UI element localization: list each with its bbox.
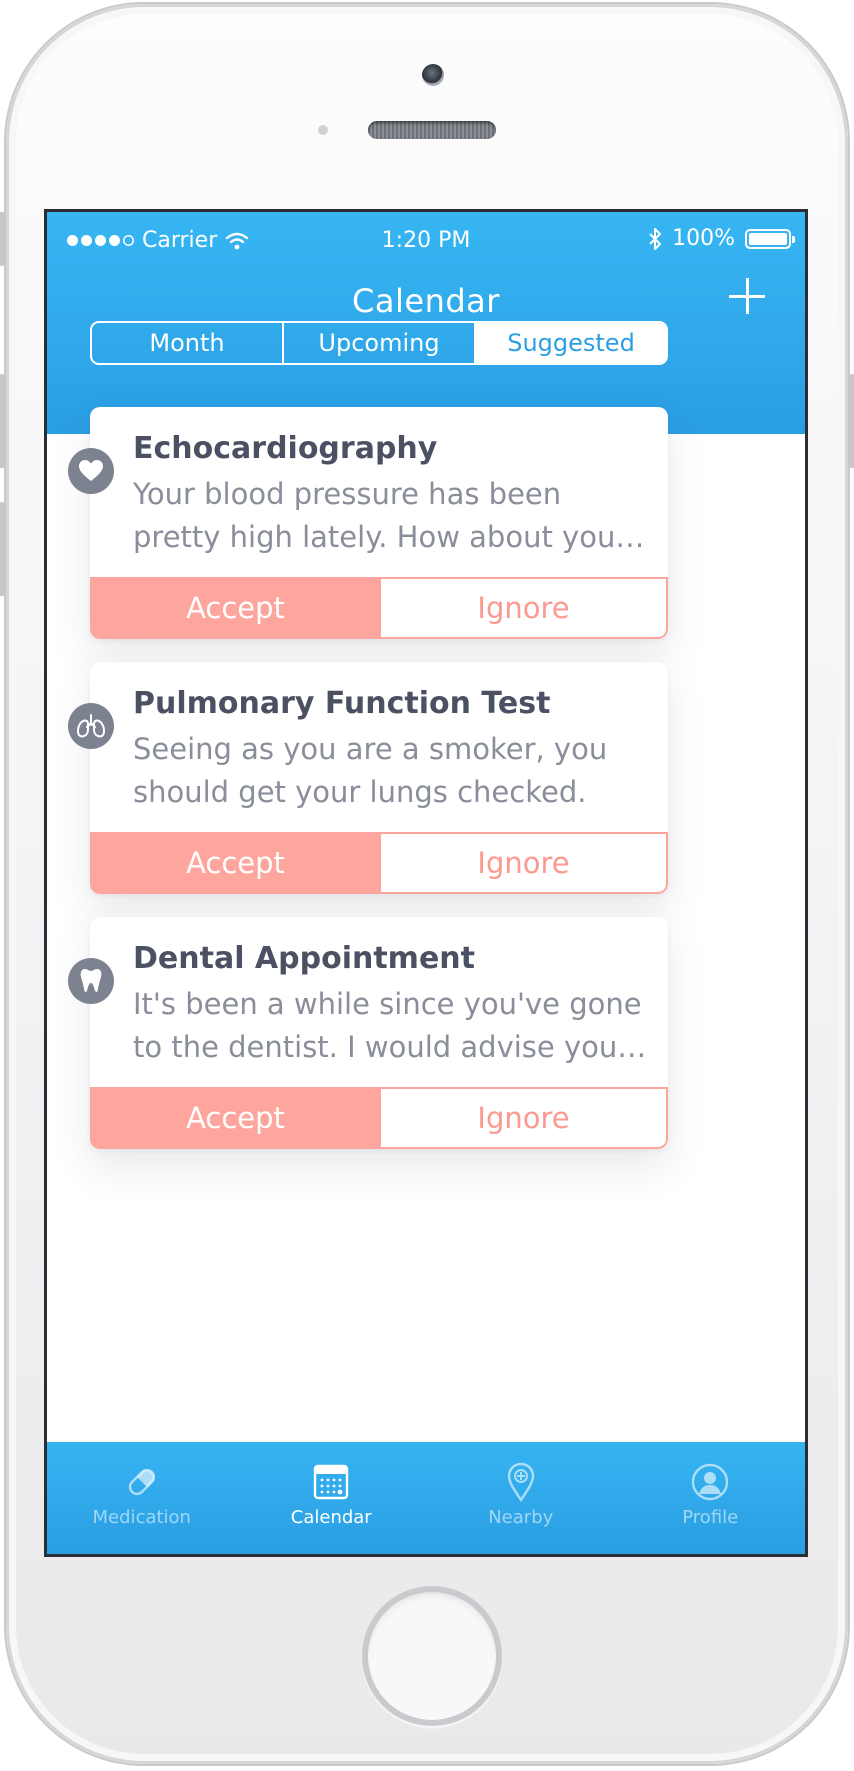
calendar-icon [314,1464,349,1500]
earpiece-speaker [368,121,496,139]
page-title: Calendar [352,282,500,320]
accept-button[interactable]: Accept [90,832,381,894]
accept-button[interactable]: Accept [90,1087,381,1149]
tab-bar: Medication Calendar Nearby Profile [47,1442,805,1554]
suggestion-description: Seeing as you are a smoker, you should g… [133,732,608,809]
battery-percent: 100% [672,226,735,251]
app-screen: Carrier 1:20 PM 100% Calendar Month Upco… [47,212,805,1554]
tab-medication[interactable]: Medication [47,1442,237,1554]
lungs-icon [68,703,114,749]
tab-calendar[interactable]: Calendar [237,1442,427,1554]
segment-month[interactable]: Month [92,323,284,363]
add-button[interactable] [727,276,767,316]
front-camera [422,64,444,86]
power-button [848,374,854,468]
tab-label: Nearby [488,1507,554,1528]
mute-switch [0,212,6,266]
proximity-sensor [318,125,328,135]
battery-icon [745,228,795,249]
suggestion-title: Echocardiography [133,431,438,466]
tab-label: Calendar [290,1507,372,1528]
accept-button[interactable]: Accept [90,577,381,639]
app-header: Carrier 1:20 PM 100% Calendar Month Upco… [47,212,805,434]
suggestion-title: Pulmonary Function Test [133,686,551,721]
volume-down-button [0,502,6,596]
segment-suggested[interactable]: Suggested [476,323,666,363]
volume-up-button [0,374,6,468]
status-bar: Carrier 1:20 PM 100% [47,212,805,268]
suggestion-description: Your blood pressure has been pretty high… [133,477,645,554]
segment-upcoming[interactable]: Upcoming [284,323,476,363]
suggestion-card: Dental Appointment It's been a while sin… [68,917,668,1149]
suggestion-card: Echocardiography Your blood pressure has… [68,407,668,639]
tab-nearby[interactable]: Nearby [426,1442,616,1554]
suggestion-title: Dental Appointment [133,941,475,976]
tab-label: Profile [682,1507,739,1528]
tab-profile[interactable]: Profile [616,1442,806,1554]
ignore-button[interactable]: Ignore [381,577,668,639]
suggestion-actions: Accept Ignore [90,1087,668,1149]
suggestion-actions: Accept Ignore [90,577,668,639]
tab-label: Medication [92,1507,191,1528]
segmented-control: Month Upcoming Suggested [90,321,668,365]
bluetooth-icon [649,227,662,250]
status-right: 100% [648,226,795,251]
heart-icon [68,448,114,494]
suggestion-description: It's been a while since you've gone to t… [133,987,647,1064]
suggestion-actions: Accept Ignore [90,832,668,894]
ignore-button[interactable]: Ignore [381,832,668,894]
suggestion-card: Pulmonary Function Test Seeing as you ar… [68,662,668,894]
profile-icon [692,1463,729,1501]
pill-icon [128,1468,155,1496]
home-button[interactable] [362,1586,502,1726]
tooth-icon [68,958,114,1004]
map-pin-icon [507,1462,534,1502]
ignore-button[interactable]: Ignore [381,1087,668,1149]
